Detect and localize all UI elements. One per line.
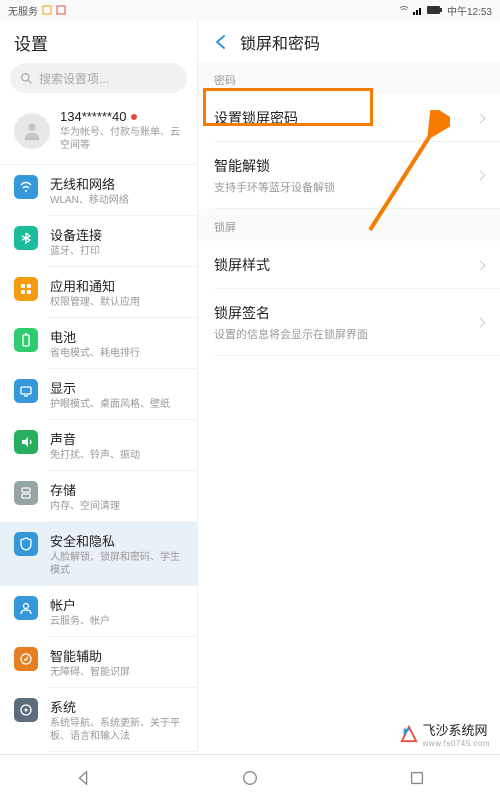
- watermark-url: www.fs0745.com: [423, 739, 490, 748]
- sidebar-item-0[interactable]: 无线和网络 WLAN、移动网络: [0, 165, 197, 216]
- navigation-bar: [0, 754, 500, 800]
- detail-item-sub: 设置的信息将会显示在锁屏界面: [214, 326, 477, 342]
- item-title: 智能辅助: [50, 646, 183, 665]
- item-sub: 内存、空间清理: [50, 500, 183, 513]
- item-title: 安全和隐私: [50, 531, 183, 550]
- search-icon: [20, 72, 33, 85]
- system-icon: [14, 698, 38, 722]
- no-service-text: 无服务: [8, 3, 38, 18]
- status-icon: [42, 5, 52, 15]
- chevron-right-icon: [476, 113, 486, 123]
- item-sub: WLAN、移动网络: [50, 194, 183, 207]
- sidebar-item-10[interactable]: 系统 系统导航、系统更新、关于平板、语言和输入法: [0, 688, 197, 752]
- detail-item-1-0[interactable]: 锁屏样式: [198, 241, 500, 289]
- detail-item-title: 设置锁屏密码: [214, 108, 477, 128]
- sidebar-item-8[interactable]: 帐户 云服务、帐户: [0, 586, 197, 637]
- shield-icon: [14, 532, 38, 556]
- item-sub: 无障碍、智能识屏: [50, 666, 183, 679]
- storage-icon: [14, 481, 38, 505]
- battery-icon: [14, 328, 38, 352]
- clock-text: 中午12:53: [447, 3, 492, 18]
- item-sub: 权限管理、默认应用: [50, 296, 183, 309]
- wifi-icon: [399, 5, 409, 15]
- status-icon: [56, 5, 66, 15]
- sound-icon: [14, 430, 38, 454]
- page-title: 设置: [0, 20, 197, 63]
- detail-item-sub: 支持手环等蓝牙设备解锁: [214, 179, 477, 195]
- detail-item-1-1[interactable]: 锁屏签名 设置的信息将会显示在锁屏界面: [198, 289, 500, 356]
- item-title: 声音: [50, 429, 183, 448]
- sidebar-item-6[interactable]: 存储 内存、空间清理: [0, 471, 197, 522]
- notification-dot: [131, 114, 137, 120]
- sidebar-item-2[interactable]: 应用和通知 权限管理、默认应用: [0, 267, 197, 318]
- item-title: 应用和通知: [50, 276, 183, 295]
- search-placeholder: 搜索设置项...: [39, 70, 109, 87]
- detail-item-title: 锁屏样式: [214, 255, 477, 275]
- sidebar-item-1[interactable]: 设备连接 蓝牙、打印: [0, 216, 197, 267]
- item-title: 帐户: [50, 595, 183, 614]
- item-sub: 省电模式、耗电排行: [50, 347, 183, 360]
- status-bar: 无服务 中午12:53: [0, 0, 500, 20]
- detail-item-title: 智能解锁: [214, 156, 477, 176]
- item-sub: 云服务、帐户: [50, 615, 183, 628]
- item-sub: 蓝牙、打印: [50, 245, 183, 258]
- account-row[interactable]: 134******40 华为帐号、付款与账单、云空间等: [0, 101, 197, 165]
- detail-title: 锁屏和密码: [240, 30, 320, 54]
- detail-item-title: 锁屏签名: [214, 303, 477, 323]
- item-title: 设备连接: [50, 225, 183, 244]
- item-title: 电池: [50, 327, 183, 346]
- detail-pane: 锁屏和密码 密码 设置锁屏密码 智能解锁 支持手环等蓝牙设备解锁 锁屏 锁屏样式…: [198, 20, 500, 754]
- chevron-right-icon: [476, 260, 486, 270]
- item-title: 显示: [50, 378, 183, 397]
- nav-recent-button[interactable]: [406, 767, 428, 789]
- item-title: 存储: [50, 480, 183, 499]
- watermark-text: 飞沙系统网: [423, 720, 490, 739]
- sidebar-item-7[interactable]: 安全和隐私 人脸解锁、锁屏和密码、学生模式: [0, 522, 197, 586]
- item-sub: 免打扰、铃声、振动: [50, 449, 183, 462]
- bluetooth-icon: [14, 226, 38, 250]
- item-title: 无线和网络: [50, 174, 183, 193]
- watermark: 飞沙系统网 www.fs0745.com: [400, 720, 490, 748]
- chevron-right-icon: [476, 318, 486, 328]
- user-icon: [14, 596, 38, 620]
- assist-icon: [14, 647, 38, 671]
- settings-sidebar: 设置 搜索设置项... 134******40 华为帐号、付款与账单、云空间等 …: [0, 20, 198, 754]
- signal-icon: [413, 5, 423, 15]
- detail-item-0-0[interactable]: 设置锁屏密码: [198, 94, 500, 142]
- display-icon: [14, 379, 38, 403]
- detail-item-0-1[interactable]: 智能解锁 支持手环等蓝牙设备解锁: [198, 142, 500, 209]
- item-sub: 护眼模式、桌面风格、壁纸: [50, 398, 183, 411]
- account-phone: 134******40: [60, 109, 127, 124]
- item-sub: 系统导航、系统更新、关于平板、语言和输入法: [50, 717, 183, 743]
- chevron-right-icon: [476, 171, 486, 181]
- battery-icon: [427, 5, 443, 15]
- apps-icon: [14, 277, 38, 301]
- nav-home-button[interactable]: [239, 767, 261, 789]
- item-sub: 人脸解锁、锁屏和密码、学生模式: [50, 551, 183, 577]
- wifi-icon: [14, 175, 38, 199]
- sidebar-item-3[interactable]: 电池 省电模式、耗电排行: [0, 318, 197, 369]
- item-title: 系统: [50, 697, 183, 716]
- watermark-logo-icon: [400, 725, 418, 743]
- sidebar-item-4[interactable]: 显示 护眼模式、桌面风格、壁纸: [0, 369, 197, 420]
- nav-back-button[interactable]: [72, 767, 94, 789]
- account-sub: 华为帐号、付款与账单、云空间等: [60, 126, 183, 152]
- sidebar-item-5[interactable]: 声音 免打扰、铃声、振动: [0, 420, 197, 471]
- section-label: 锁屏: [198, 209, 500, 241]
- avatar: [14, 113, 50, 149]
- back-button[interactable]: [212, 33, 230, 51]
- section-label: 密码: [198, 62, 500, 94]
- search-input[interactable]: 搜索设置项...: [10, 63, 187, 93]
- sidebar-item-9[interactable]: 智能辅助 无障碍、智能识屏: [0, 637, 197, 688]
